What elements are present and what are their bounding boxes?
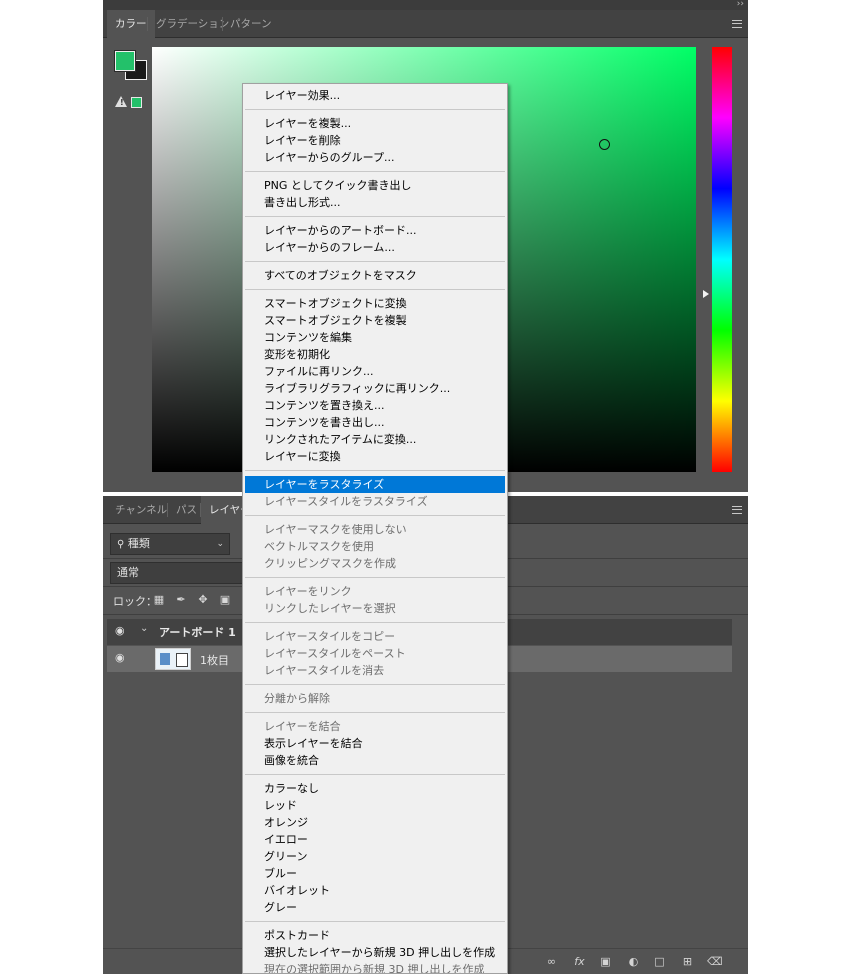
menu-separator [245,470,505,471]
menu-item: レイヤーマスクを使用しない [264,523,407,536]
menu-item: レイヤースタイルをコピー [264,630,396,643]
menu-item: 分離から解除 [264,692,330,705]
menu-item[interactable]: スマートオブジェクトに変換 [245,295,505,312]
artboard-name: アートボード 1 [159,626,236,639]
menu-item[interactable]: コンテンツを編集 [245,329,505,346]
color-panel-tabbar: カラー グラデーション パターン [103,10,748,38]
menu-item: リンクしたレイヤーを選択 [264,602,396,615]
layer-filter-label: 種類 [127,537,150,550]
menu-item[interactable]: バイオレット [245,882,505,899]
menu-item[interactable]: レイヤー効果... [245,87,505,104]
blend-mode-dropdown[interactable]: 通常 [110,562,250,584]
panel-menu-icon[interactable] [732,506,742,514]
menu-item[interactable]: レイヤーからのアートボード... [245,222,505,239]
menu-item[interactable]: レイヤーからのフレーム... [245,239,505,256]
chevron-down-icon[interactable]: ⌄ [140,623,148,634]
new-layer-icon[interactable]: ⊞ [681,955,694,968]
menu-item: レイヤーをリンク [264,585,352,598]
menu-item[interactable]: レイヤーに変換 [245,448,505,465]
lock-artboard-icon[interactable]: ▣ [219,594,231,606]
menu-item: 現在の選択範囲から新規 3D 押し出しを作成 [264,963,485,974]
menu-separator [245,774,505,775]
menu-separator [245,712,505,713]
menu-item[interactable]: レイヤーをラスタライズ [245,476,505,493]
menu-item[interactable]: カラーなし [245,780,505,797]
menu-item: クリッピングマスクを作成 [264,557,396,570]
menu-item[interactable]: すべてのオブジェクトをマスク [245,267,505,284]
lock-transparent-pixels-icon[interactable]: ▦ [153,594,165,606]
gamut-warning-icon[interactable]: ! [115,96,127,107]
menu-item: ベクトルマスクを使用 [264,540,374,553]
menu-item[interactable]: ポストカード [245,927,505,944]
menu-separator [245,171,505,172]
menu-item[interactable]: グリーン [245,848,505,865]
menu-item[interactable]: 書き出し形式... [245,194,505,211]
menu-separator [245,261,505,262]
menu-item[interactable]: コンテンツを書き出し... [245,414,505,431]
menu-item[interactable]: 表示レイヤーを結合 [245,735,505,752]
layer-thumbnail [155,648,191,670]
menu-item[interactable]: 変形を初期化 [245,346,505,363]
menu-item[interactable]: オレンジ [245,814,505,831]
menu-item: レイヤースタイルをペースト [264,647,406,660]
menu-separator [245,289,505,290]
menu-separator [245,622,505,623]
menu-item[interactable]: ブルー [245,865,505,882]
panel-menu-icon[interactable] [732,20,742,28]
foreground-color-swatch[interactable] [114,50,136,72]
mask-icon[interactable]: ▣ [599,955,612,968]
tab-pattern[interactable]: パターン [222,10,279,38]
panel-top-strip: ›› [103,0,748,10]
menu-item[interactable]: ライブラリグラフィックに再リンク... [245,380,505,397]
in-gamut-color-swatch[interactable] [131,97,142,108]
visibility-eye-icon[interactable]: ◉ [115,625,128,636]
chevron-down-icon: ⌄ [216,539,224,549]
color-picker-ring[interactable] [599,139,610,150]
visibility-eye-icon[interactable]: ◉ [115,652,128,663]
menu-item[interactable]: 選択したレイヤーから新規 3D 押し出しを作成 [245,944,505,961]
trash-icon[interactable]: ⌫ [707,955,723,968]
link-icon[interactable]: ∞ [545,955,558,968]
collapse-panels-icon[interactable]: ›› [737,0,744,9]
menu-item[interactable]: レッド [245,797,505,814]
tab-channels[interactable]: チャンネル [107,496,175,524]
menu-item[interactable]: コンテンツを置き換え... [245,397,505,414]
photoshop-workspace: ›› カラー グラデーション パターン ! チャンネル パス レイヤー ⚲ 種類… [0,0,850,974]
layer-name: 1枚目 [200,654,229,667]
lock-label: ロック： [113,595,157,608]
menu-separator [245,109,505,110]
lock-position-icon[interactable]: ✥ [197,594,209,606]
menu-item[interactable]: 画像を統合 [245,752,505,769]
menu-item[interactable]: レイヤーを複製... [245,115,505,132]
search-icon: ⚲ [117,539,125,550]
menu-item: レイヤースタイルをラスタライズ [264,495,428,508]
menu-item[interactable]: レイヤーを削除 [245,132,505,149]
layer-context-menu: レイヤー効果... レイヤーを複製... レイヤーを削除 レイヤーからのグループ...… [242,83,508,974]
adjustment-icon[interactable]: ◐ [627,955,640,968]
warning-glyph: ! [120,98,124,107]
fx-icon[interactable]: fx [573,955,586,968]
menu-item[interactable]: イエロー [245,831,505,848]
hue-slider-marker[interactable] [703,289,709,298]
lock-image-pixels-icon[interactable]: ✒ [175,594,187,606]
menu-separator [245,515,505,516]
menu-item: レイヤースタイルを消去 [264,664,385,677]
hue-slider[interactable] [712,47,732,472]
menu-separator [245,216,505,217]
menu-item[interactable]: グレー [245,899,505,916]
folder-icon[interactable]: □ [653,955,666,968]
layer-filter-dropdown[interactable]: ⚲ 種類 ⌄ [110,533,230,555]
menu-separator [245,577,505,578]
menu-item[interactable]: スマートオブジェクトを複製 [245,312,505,329]
menu-separator [245,684,505,685]
menu-item[interactable]: PNG としてクイック書き出し [245,177,505,194]
menu-item[interactable]: レイヤーからのグループ... [245,149,505,166]
menu-item[interactable]: ファイルに再リンク... [245,363,505,380]
menu-separator [245,921,505,922]
menu-item[interactable]: リンクされたアイテムに変換... [245,431,505,448]
menu-item: レイヤーを結合 [264,720,341,733]
blend-mode-value: 通常 [117,566,139,579]
